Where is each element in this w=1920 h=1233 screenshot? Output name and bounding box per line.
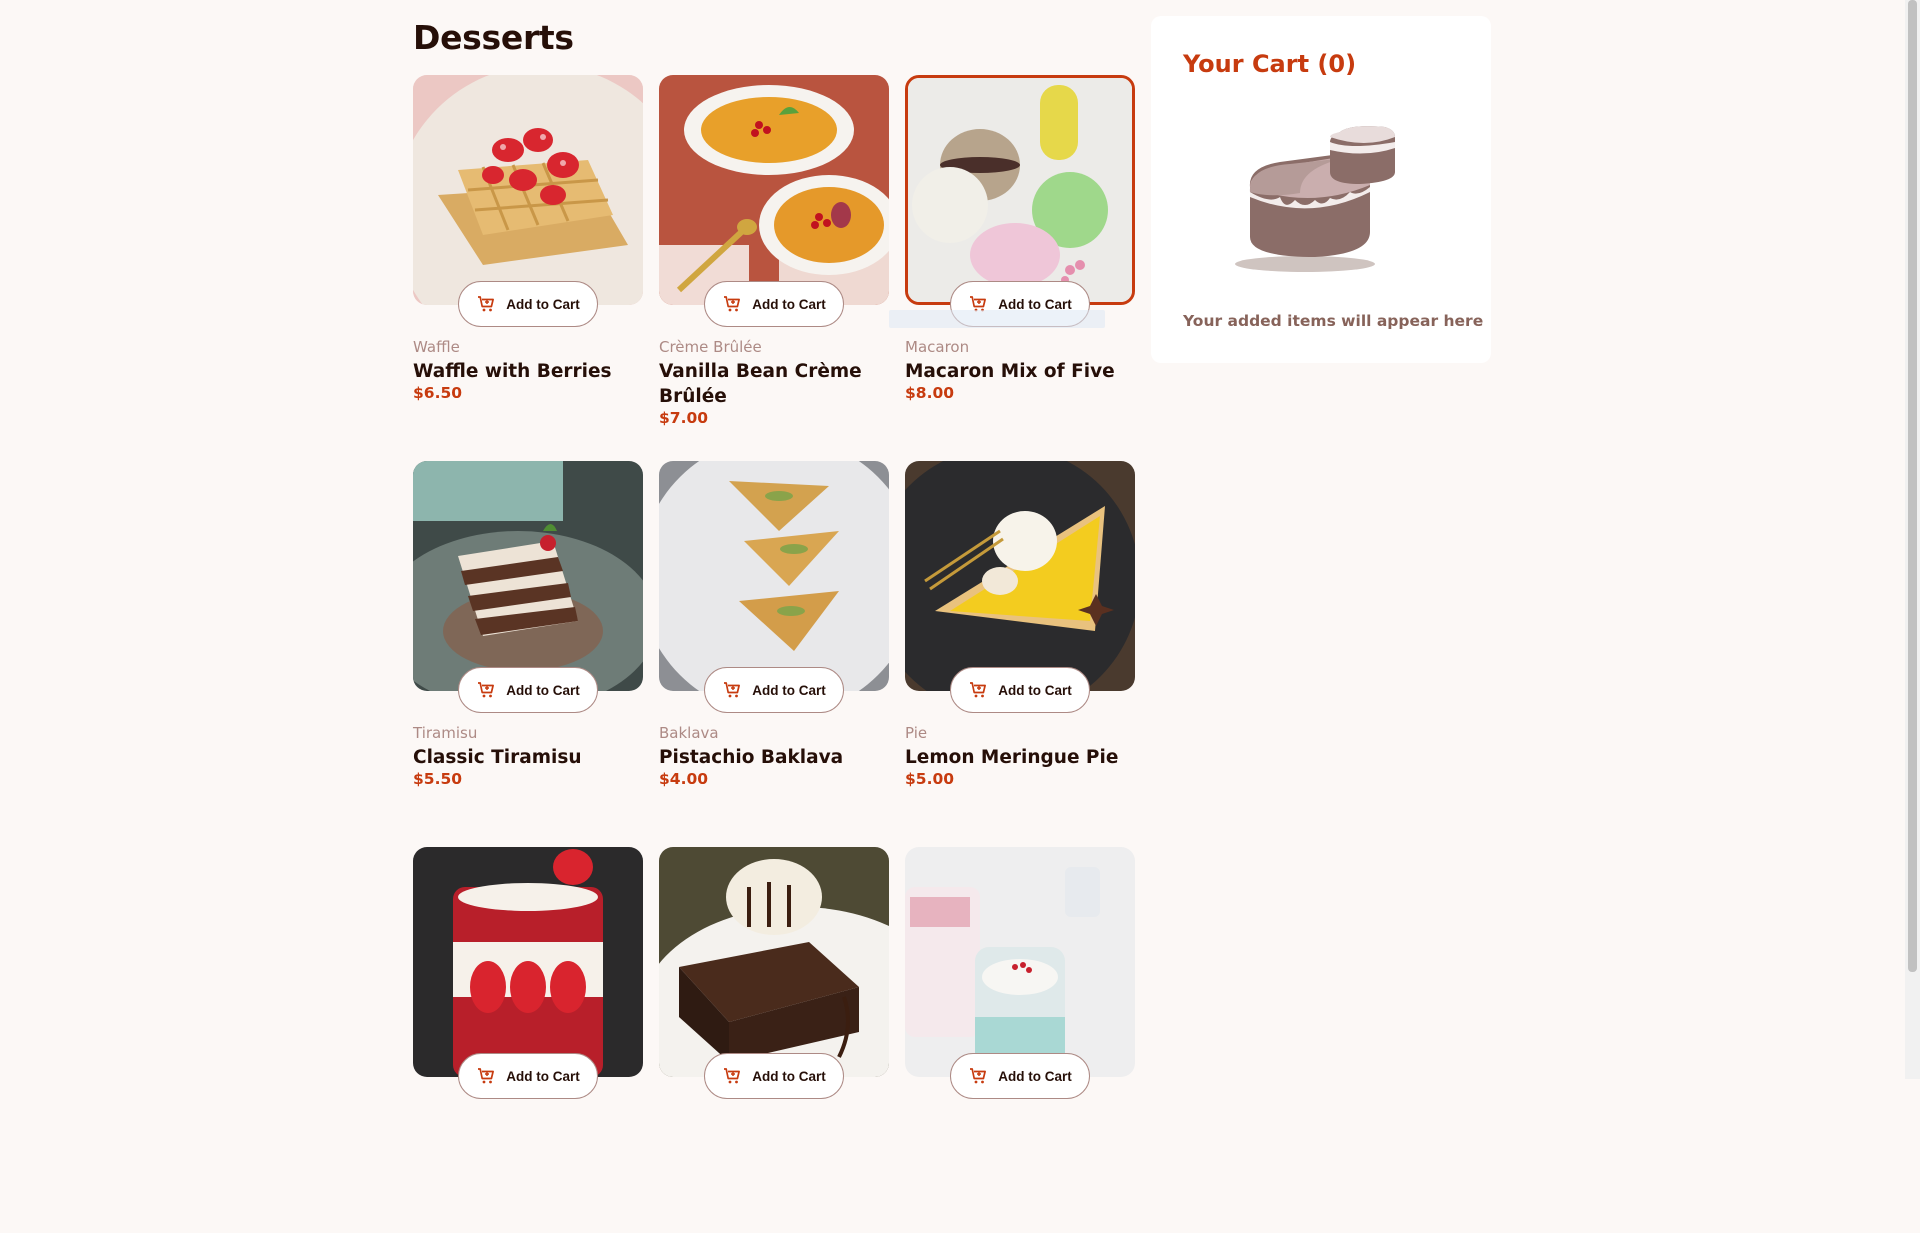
add-to-cart-button[interactable]: Add to Cart <box>458 281 598 327</box>
product-category: Tiramisu <box>413 724 478 742</box>
cart-panel: Your Cart (0) Your added items will appe… <box>1151 16 1491 363</box>
product-price: $5.00 <box>905 770 955 788</box>
product-card: Add to Cart Macaron Macaron Mix of Five … <box>905 75 1135 461</box>
product-card: Add to Cart Pie Lemon Meringue Pie $5.00 <box>905 461 1135 847</box>
product-card: Add to Cart <box>413 847 643 1233</box>
add-to-cart-label: Add to Cart <box>752 296 826 312</box>
page-scrollbar[interactable] <box>1905 0 1920 1079</box>
product-name: Pistachio Baklava <box>659 747 844 768</box>
add-to-cart-button[interactable]: Add to Cart <box>950 1053 1090 1099</box>
add-to-cart-icon <box>722 1066 742 1086</box>
product-price: $4.00 <box>659 770 709 788</box>
product-image-brownie <box>659 847 889 1077</box>
add-to-cart-icon <box>968 1066 988 1086</box>
product-card: Add to Cart <box>905 847 1135 1233</box>
add-to-cart-label: Add to Cart <box>752 682 826 698</box>
product-image-baklava <box>659 461 889 691</box>
add-to-cart-label: Add to Cart <box>506 296 580 312</box>
add-to-cart-icon <box>722 294 742 314</box>
product-card: Add to Cart Baklava Pistachio Baklava $4… <box>659 461 889 847</box>
page-title: Desserts <box>413 18 574 57</box>
product-card: Add to Cart Waffle Waffle with Berries $… <box>413 75 643 461</box>
product-image-panna-cotta <box>905 847 1135 1077</box>
add-to-cart-icon <box>722 680 742 700</box>
add-to-cart-icon <box>476 680 496 700</box>
add-to-cart-button[interactable]: Add to Cart <box>704 667 844 713</box>
product-card: Add to Cart Tiramisu Classic Tiramisu $5… <box>413 461 643 847</box>
add-to-cart-button[interactable]: Add to Cart <box>704 281 844 327</box>
product-card: Add to Cart Crème Brûlée Vanilla Bean Cr… <box>659 75 889 461</box>
add-to-cart-label: Add to Cart <box>752 1068 826 1084</box>
product-image-tiramisu <box>413 461 643 691</box>
product-name: Waffle with Berries <box>413 361 612 382</box>
add-to-cart-button[interactable]: Add to Cart <box>704 1053 844 1099</box>
empty-cart-cake-icon <box>1225 112 1425 292</box>
product-card: Add to Cart <box>659 847 889 1233</box>
product-image-pie <box>905 461 1135 691</box>
product-image-red-velvet-cake <box>413 847 643 1077</box>
add-to-cart-icon <box>476 294 496 314</box>
add-to-cart-icon <box>476 1066 496 1086</box>
product-price: $6.50 <box>413 384 463 402</box>
product-grid: Add to Cart Waffle Waffle with Berries $… <box>413 75 1135 1233</box>
add-to-cart-label: Add to Cart <box>506 1068 580 1084</box>
product-category: Crème Brûlée <box>659 338 762 356</box>
product-name: Vanilla Bean Crème Brûlée <box>659 361 862 407</box>
add-to-cart-button[interactable]: Add to Cart <box>458 667 598 713</box>
product-category: Baklava <box>659 724 719 742</box>
product-image-waffle <box>413 75 643 305</box>
add-to-cart-button[interactable]: Add to Cart <box>950 667 1090 713</box>
product-image-creme-brulee <box>659 75 889 305</box>
scrollbar-thumb[interactable] <box>1908 0 1917 972</box>
cart-title: Your Cart (0) <box>1183 50 1357 78</box>
product-name: Classic Tiramisu <box>413 747 582 768</box>
product-name: Lemon Meringue Pie <box>905 747 1119 768</box>
add-to-cart-label: Add to Cart <box>506 682 580 698</box>
add-to-cart-icon <box>968 680 988 700</box>
product-price: $7.00 <box>659 409 709 427</box>
product-price: $8.00 <box>905 384 955 402</box>
add-to-cart-label: Add to Cart <box>998 1068 1072 1084</box>
add-to-cart-button[interactable]: Add to Cart <box>458 1053 598 1099</box>
add-to-cart-label: Add to Cart <box>998 682 1072 698</box>
product-name: Macaron Mix of Five <box>905 361 1115 382</box>
product-price: $5.50 <box>413 770 463 788</box>
product-category: Pie <box>905 724 928 742</box>
cart-empty-message: Your added items will appear here <box>1183 312 1484 330</box>
product-category: Waffle <box>413 338 460 356</box>
product-category: Macaron <box>905 338 970 356</box>
tooltip-ghost <box>889 310 1105 328</box>
product-image-macaron <box>905 75 1135 305</box>
